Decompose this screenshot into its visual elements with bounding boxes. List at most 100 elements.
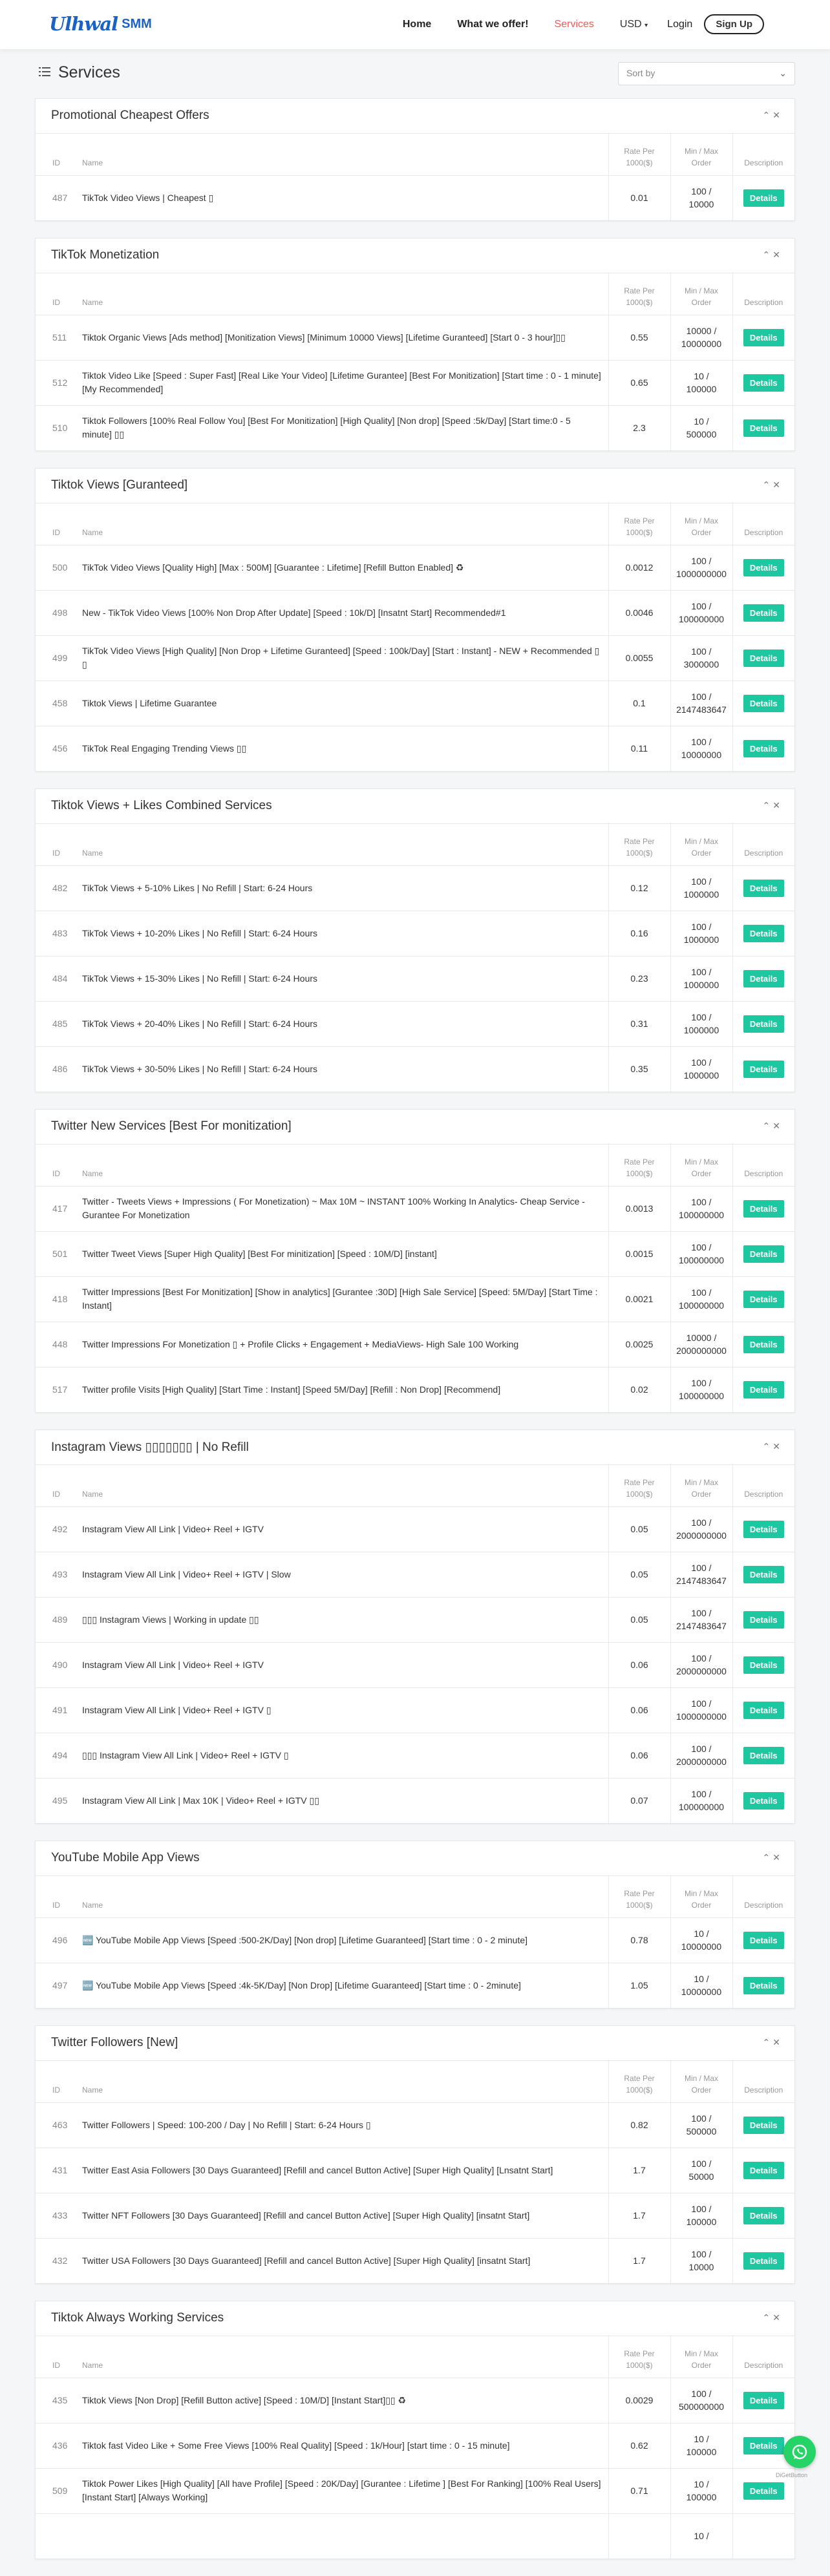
details-button[interactable]: Details — [743, 969, 784, 987]
service-min: 100 / — [691, 646, 712, 657]
details-button[interactable]: Details — [743, 1976, 784, 1994]
table-row: 495 Instagram View All Link | Max 10K | V… — [36, 1778, 794, 1823]
details-button[interactable]: Details — [743, 1701, 784, 1719]
details-button[interactable]: Details — [743, 374, 784, 392]
brand-logo[interactable]: Ulhwal SMM — [49, 13, 152, 35]
service-description-cell: Details — [732, 405, 794, 450]
details-button[interactable]: Details — [743, 2161, 784, 2179]
service-min-max: 100 / 1000000 — [670, 1046, 732, 1092]
close-icon[interactable]: ✕ — [772, 800, 783, 810]
details-button[interactable]: Details — [743, 189, 784, 207]
details-button[interactable]: Details — [743, 1060, 784, 1078]
services-header: Services Sort by ⌄ — [35, 49, 795, 98]
service-id: 418 — [36, 1276, 76, 1322]
table-row: 492 Instagram View All Link | Video+ Reel… — [36, 1506, 794, 1552]
service-min-max: 100 / 2147483647 — [670, 1552, 732, 1598]
table-row: 10 / — [36, 2513, 794, 2559]
close-icon[interactable]: ✕ — [772, 110, 783, 120]
sort-by-select[interactable]: Sort by ⌄ — [618, 62, 795, 85]
details-button[interactable]: Details — [743, 739, 784, 757]
details-button[interactable]: Details — [743, 1380, 784, 1399]
close-icon[interactable]: ✕ — [772, 1852, 783, 1863]
collapse-icon[interactable]: ⌃ — [763, 480, 773, 490]
service-description-cell: Details — [732, 1597, 794, 1643]
details-button[interactable]: Details — [743, 879, 784, 897]
login-link[interactable]: Login — [667, 19, 692, 30]
collapse-icon[interactable]: ⌃ — [763, 1441, 773, 1452]
collapse-icon[interactable]: ⌃ — [763, 800, 773, 810]
whatsapp-chat-button[interactable] — [783, 2436, 816, 2468]
collapse-icon[interactable]: ⌃ — [763, 1852, 773, 1863]
col-header-description: Description — [732, 824, 794, 866]
table-row: 431 Twitter East Asia Followers [30 Days … — [36, 2148, 794, 2193]
service-rate: 0.55 — [608, 315, 670, 361]
details-button[interactable]: Details — [743, 1245, 784, 1263]
close-icon[interactable]: ✕ — [772, 2037, 783, 2047]
details-button[interactable]: Details — [743, 1746, 784, 1764]
details-button[interactable]: Details — [743, 328, 784, 346]
panel-tools: ⌃✕ — [763, 110, 783, 121]
details-button[interactable]: Details — [743, 1335, 784, 1353]
table-row: 517 Twitter profile Visits [High Quality]… — [36, 1367, 794, 1412]
category-title-text: TikTok Monetization — [51, 248, 160, 262]
collapse-icon[interactable]: ⌃ — [763, 2312, 773, 2323]
nav-services[interactable]: Services — [555, 19, 594, 30]
details-button[interactable]: Details — [743, 924, 784, 942]
service-max: 10000000 — [681, 1941, 722, 1952]
service-name: ▯▯▯ Instagram View All Link | Video+ Ree… — [76, 1733, 608, 1779]
nav-what-we-offer[interactable]: What we offer! — [457, 19, 528, 30]
collapse-icon[interactable]: ⌃ — [763, 1121, 773, 1131]
collapse-icon[interactable]: ⌃ — [763, 249, 773, 260]
service-name: TikTok Views + 5-10% Likes | No Refill |… — [76, 865, 608, 911]
service-name — [76, 2513, 608, 2559]
details-button[interactable]: Details — [743, 2391, 784, 2409]
details-button[interactable]: Details — [743, 1791, 784, 1810]
details-button[interactable]: Details — [743, 2116, 784, 2134]
details-button[interactable]: Details — [743, 604, 784, 622]
details-button[interactable]: Details — [743, 2436, 784, 2455]
details-button[interactable]: Details — [743, 1610, 784, 1629]
details-button[interactable]: Details — [743, 649, 784, 667]
service-id: 433 — [36, 2193, 76, 2239]
page-title: Services — [58, 63, 120, 81]
details-button[interactable]: Details — [743, 558, 784, 576]
collapse-icon[interactable]: ⌃ — [763, 110, 773, 120]
details-button[interactable]: Details — [743, 1931, 784, 1949]
service-description-cell: Details — [732, 1322, 794, 1367]
details-button[interactable]: Details — [743, 1199, 784, 1218]
details-button[interactable]: Details — [743, 1656, 784, 1674]
details-button[interactable]: Details — [743, 1290, 784, 1308]
service-max: 500000 — [686, 429, 717, 440]
details-button[interactable]: Details — [743, 694, 784, 712]
details-button[interactable]: Details — [743, 2252, 784, 2270]
nav-home[interactable]: Home — [403, 19, 431, 30]
col-header-minmax: Min / Max Order — [670, 1465, 732, 1507]
service-description-cell: Details — [732, 2102, 794, 2148]
details-button[interactable]: Details — [743, 1015, 784, 1033]
category-title: Tiktok Views [Guranteed] ⌃✕ — [36, 469, 794, 503]
service-rate: 1.05 — [608, 1963, 670, 2008]
table-row: 436 Tiktok fast Video Like + Some Free Vi… — [36, 2423, 794, 2469]
service-id: 498 — [36, 590, 76, 636]
service-min-max: 10 / 10000000 — [670, 1917, 732, 1963]
service-id: 435 — [36, 2378, 76, 2423]
signup-button[interactable]: Sign Up — [704, 14, 764, 34]
details-button[interactable]: Details — [743, 2482, 784, 2500]
details-button[interactable]: Details — [743, 2206, 784, 2224]
details-button[interactable]: Details — [743, 419, 784, 437]
col-header-id: ID — [36, 503, 76, 545]
close-icon[interactable]: ✕ — [772, 1121, 783, 1131]
close-icon[interactable]: ✕ — [772, 249, 783, 260]
service-min-max: 100 / 100000000 — [670, 1231, 732, 1277]
close-icon[interactable]: ✕ — [772, 480, 783, 490]
service-min: 100 / — [691, 1608, 712, 1618]
close-icon[interactable]: ✕ — [772, 1441, 783, 1452]
service-min-max: 100 / 2000000000 — [670, 1506, 732, 1552]
collapse-icon[interactable]: ⌃ — [763, 2037, 773, 2047]
service-min: 100 / — [691, 186, 712, 197]
close-icon[interactable]: ✕ — [772, 2312, 783, 2323]
service-min: 10 / — [694, 1928, 709, 1939]
details-button[interactable]: Details — [743, 1520, 784, 1538]
details-button[interactable]: Details — [743, 1565, 784, 1583]
currency-dropdown[interactable]: USD ▾ — [620, 19, 648, 30]
